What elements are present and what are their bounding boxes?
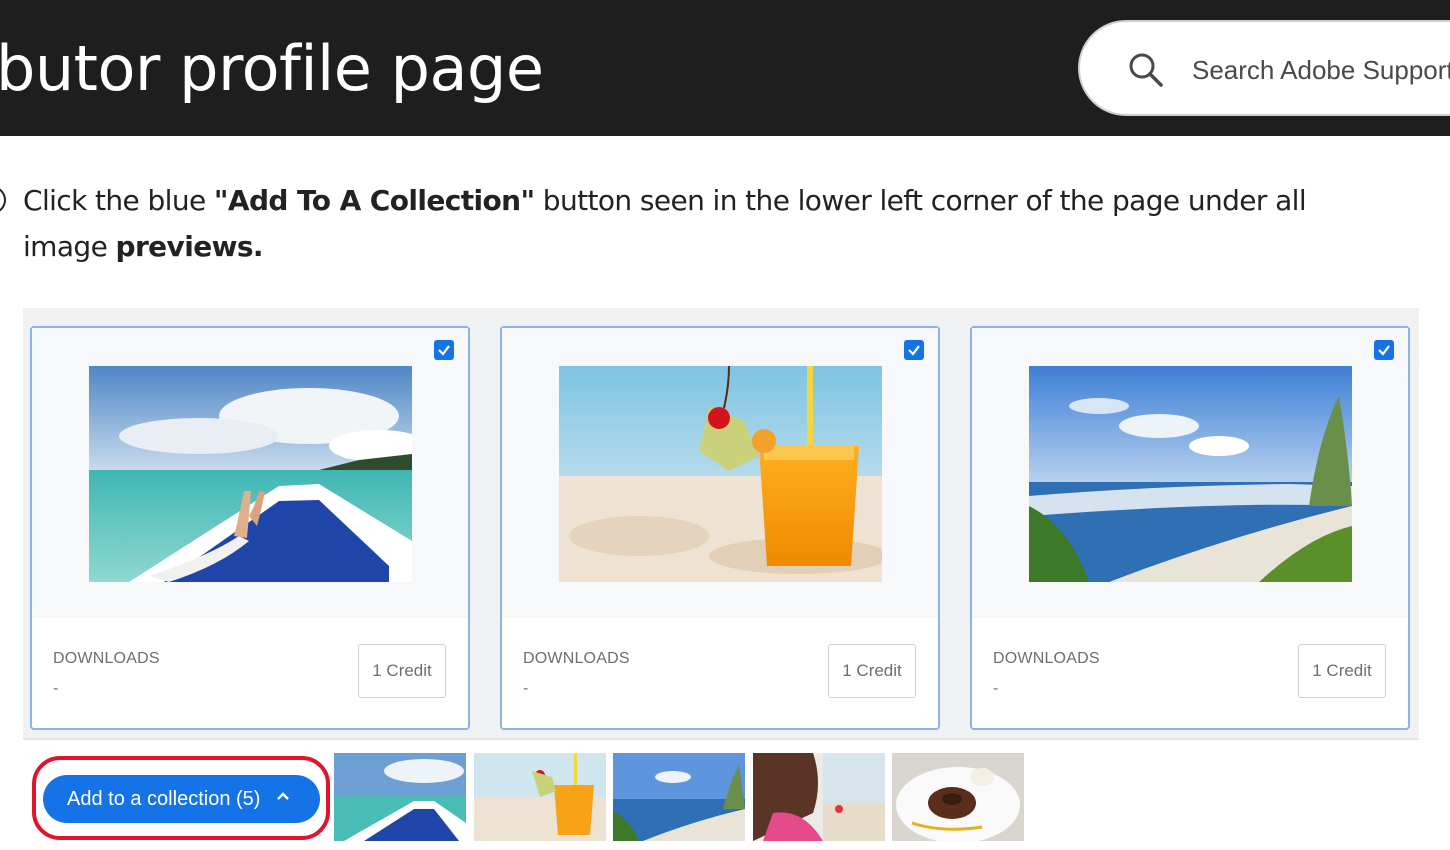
instruction-prefix: Click the blue: [23, 184, 214, 217]
page-title: butor profile page: [0, 32, 544, 105]
chevron-up-icon: [277, 792, 289, 800]
credit-button[interactable]: 1 Credit: [1298, 644, 1386, 698]
image-preview-area: [972, 328, 1408, 618]
add-to-collection-label: Add to a collection (5): [67, 787, 261, 810]
credit-button[interactable]: 1 Credit: [828, 644, 916, 698]
select-checkbox[interactable]: [904, 340, 924, 360]
girl-beach-thumb[interactable]: [753, 753, 885, 841]
image-card[interactable]: DOWNLOADS - 1 Credit: [30, 326, 470, 730]
downloads-label: DOWNLOADS: [53, 650, 160, 667]
downloads-label: DOWNLOADS: [993, 650, 1100, 667]
image-preview-area: [502, 328, 938, 618]
boat-ocean-image[interactable]: [89, 366, 412, 582]
check-icon: [438, 345, 450, 356]
instruction-tail: previews.: [115, 230, 264, 263]
image-preview-area: [32, 328, 468, 618]
instruction-button-name: "Add To A Collection": [213, 184, 535, 217]
downloads-value: -: [523, 680, 529, 697]
search-input[interactable]: [1192, 50, 1450, 90]
coastline-thumb[interactable]: [613, 753, 745, 841]
dessert-plate-thumb[interactable]: [892, 753, 1024, 841]
step-bullet: [0, 186, 6, 214]
instruction-text: Click the blue "Add To A Collection" but…: [23, 178, 1353, 270]
check-icon: [1378, 345, 1390, 356]
search-icon[interactable]: [1128, 52, 1164, 88]
select-checkbox[interactable]: [434, 340, 454, 360]
check-icon: [908, 345, 920, 356]
boat-ocean-thumb[interactable]: [334, 753, 466, 841]
page-header: butor profile page: [0, 0, 1450, 136]
image-card[interactable]: DOWNLOADS - 1 Credit: [970, 326, 1410, 730]
add-to-collection-button[interactable]: Add to a collection (5): [43, 775, 320, 823]
search-box[interactable]: [1078, 20, 1450, 116]
juice-beach-thumb[interactable]: [474, 753, 606, 841]
image-card[interactable]: DOWNLOADS - 1 Credit: [500, 326, 940, 730]
downloads-value: -: [993, 680, 999, 697]
credit-button[interactable]: 1 Credit: [358, 644, 446, 698]
downloads-value: -: [53, 680, 59, 697]
coastline-image[interactable]: [1029, 366, 1352, 582]
image-grid-panel: DOWNLOADS - 1 Credit DOWNLOADS - 1 Credi…: [23, 308, 1419, 738]
downloads-label: DOWNLOADS: [523, 650, 630, 667]
juice-beach-image[interactable]: [559, 366, 882, 582]
select-checkbox[interactable]: [1374, 340, 1394, 360]
